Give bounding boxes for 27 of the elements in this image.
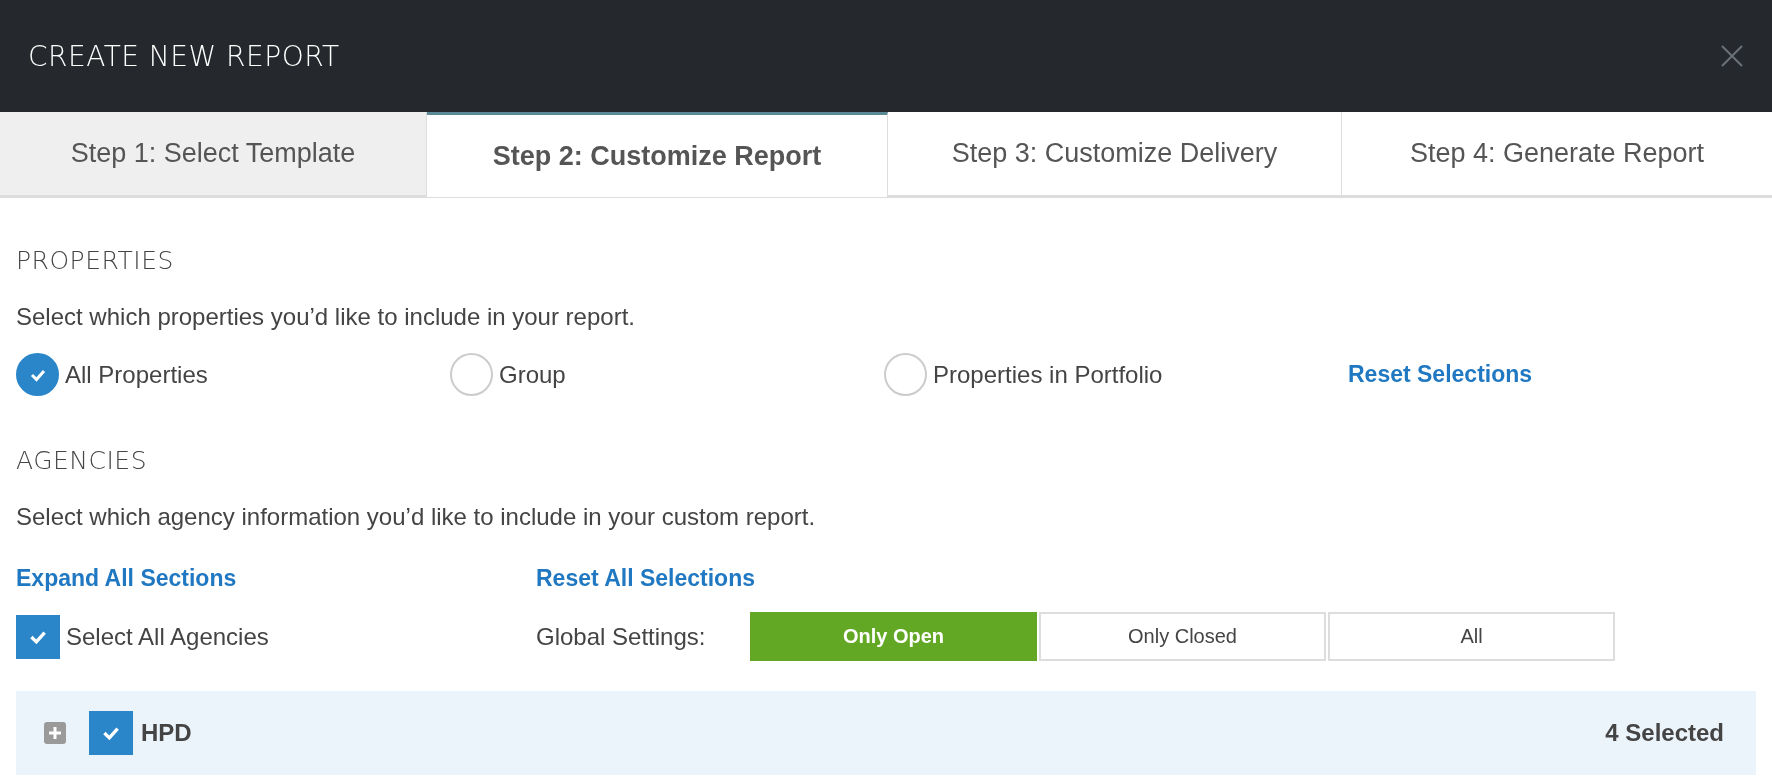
radio-button[interactable] — [884, 353, 927, 396]
checkbox[interactable] — [89, 711, 133, 755]
window-title: CREATE NEW REPORT — [28, 39, 340, 73]
filter-toggle-button[interactable]: Only Closed — [1039, 612, 1326, 661]
step-tab[interactable]: Step 1: Select Template — [0, 112, 427, 197]
radio-label[interactable]: Group — [499, 360, 566, 389]
reset-all-link[interactable]: Reset All Selections — [536, 565, 755, 592]
section-heading: PROPERTIES — [16, 246, 175, 275]
global-settings-label: Global Settings: — [536, 622, 707, 651]
radio-label[interactable]: All Properties — [65, 360, 208, 389]
agency-name: HPD — [141, 719, 192, 747]
reset-selections-link[interactable]: Reset Selections — [1348, 361, 1756, 388]
radio-label[interactable]: Properties in Portfolio — [933, 360, 1163, 389]
filter-toggle-button[interactable]: All — [1328, 612, 1615, 661]
section-heading: AGENCIES — [16, 446, 149, 475]
selected-count: 4 Selected — [1605, 719, 1724, 747]
close-icon[interactable] — [1720, 44, 1744, 68]
radio-button[interactable] — [450, 353, 493, 396]
expand-all-link[interactable]: Expand All Sections — [16, 565, 536, 592]
expand-icon[interactable] — [44, 722, 66, 744]
section-description: Select which properties you’d like to include in your report. — [16, 303, 636, 331]
step-tab[interactable]: Step 2: Customize Report — [427, 112, 888, 197]
checkbox[interactable] — [16, 614, 60, 659]
step-tab[interactable]: Step 3: Customize Delivery — [888, 112, 1342, 197]
radio-button[interactable] — [16, 353, 59, 396]
section-description: Select which agency information you’d like to include in your custom report. — [16, 503, 817, 531]
checkbox-label[interactable]: Select All Agencies — [66, 622, 269, 651]
